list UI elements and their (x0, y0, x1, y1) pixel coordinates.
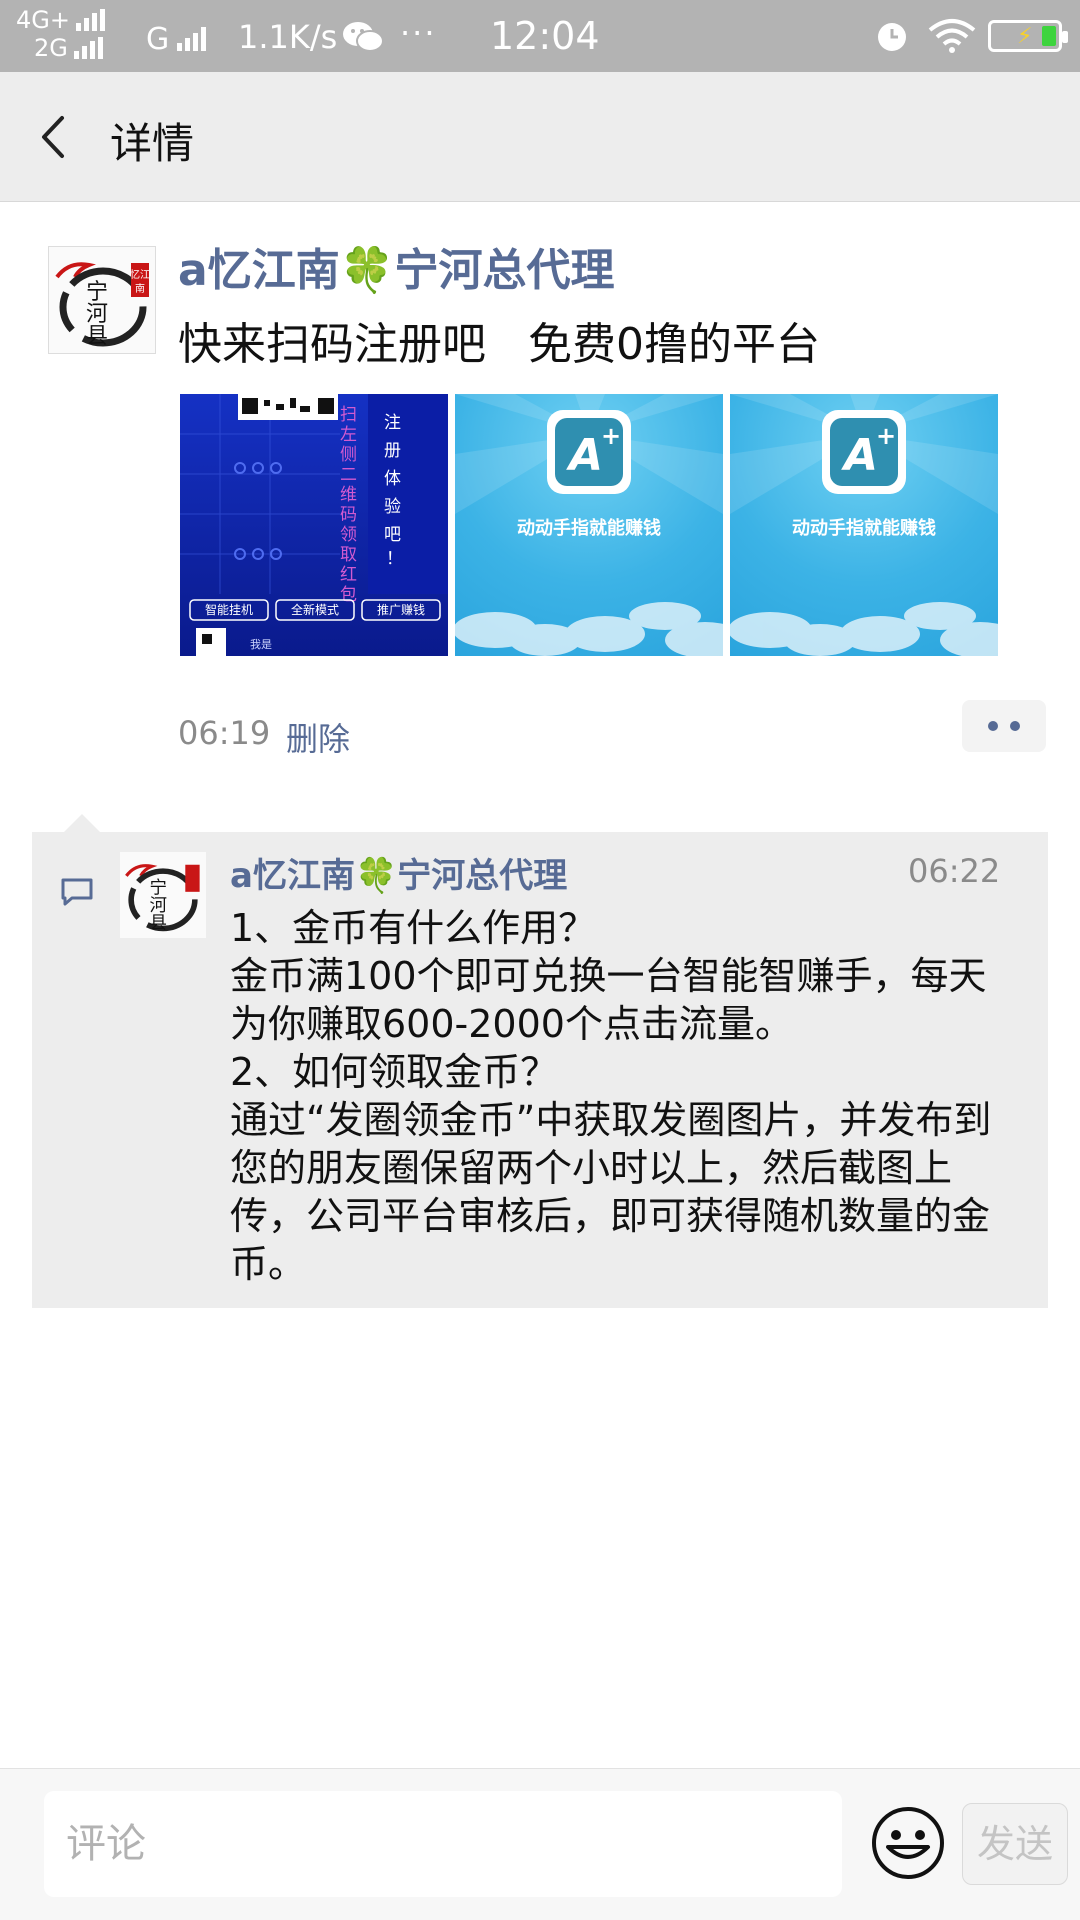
avatar-seal-text: 忆江 (130, 268, 150, 281)
post-image-3[interactable]: A + 动动手指就能赚钱 (730, 394, 998, 656)
comment-text[interactable]: 1、金币有什么作用？ 金币满100个即可兑换一台智能智赚手，每天为你赚取600-… (230, 904, 1020, 1288)
svg-text:A: A (566, 430, 603, 481)
comment-line: 1、金币有什么作用？ (230, 906, 597, 950)
post-time: 06:19 (178, 714, 271, 752)
svg-text:+: + (876, 422, 896, 450)
battery-icon: ⚡ (988, 20, 1068, 52)
comment-time: 06:22 (908, 852, 1001, 890)
comment-line: 金币满100个即可兑换一台智能智赚手，每天为你赚取600-2000个点击流量。 (230, 954, 987, 1046)
dot-icon (1010, 721, 1020, 731)
network-g-indicator: G (146, 22, 207, 57)
image3-caption: 动动手指就能赚钱 (792, 517, 936, 539)
signal-icon (177, 26, 207, 51)
network-speed: 1.1K/s (238, 18, 338, 56)
svg-text:我是: 我是 (250, 638, 272, 651)
dot-icon (988, 721, 998, 731)
svg-text:+: + (601, 422, 621, 450)
clock: 12:04 (490, 14, 600, 58)
alarm-icon (878, 23, 906, 51)
network-4g-label: 4G+ (16, 6, 70, 34)
svg-text:A: A (841, 430, 878, 481)
network-indicator: 4G+ 2G (16, 6, 105, 62)
comment-avatar[interactable]: 宁 河 县 (120, 852, 206, 938)
svg-text:全新模式: 全新模式 (291, 602, 339, 617)
comment-line: 通过“发圈领金币”中获取发圈图片，并发布到您的朋友圈保留两个小时以上，然后截图上… (230, 1098, 992, 1286)
page-title: 详情 (110, 119, 195, 168)
image1-side-text: 扫左侧二维码领取红包 (340, 405, 357, 605)
svg-text:县: 县 (86, 324, 108, 349)
comment-line: 2、如何领取金币？ (230, 1050, 559, 1094)
charging-icon: ⚡ (1017, 24, 1033, 49)
post-author-name[interactable]: a忆江南🍀宁河总代理 (178, 234, 614, 298)
back-icon[interactable] (32, 112, 82, 162)
post-image-1[interactable]: 扫左侧二维码领取红包 注册体验吧！ 智能挂机 全新模式 推广赚钱 我是 (180, 394, 448, 656)
svg-text:县: 县 (149, 913, 167, 933)
nav-bar: 详情 (0, 72, 1080, 202)
emoji-icon[interactable] (870, 1805, 946, 1881)
network-2g-label: 2G (34, 34, 68, 62)
status-bar: 4G+ 2G G 1.1K/s ··· 12:04 ⚡ (0, 0, 1080, 72)
send-button[interactable]: 发送 (962, 1803, 1068, 1885)
signal-icon (75, 9, 105, 31)
post-text: 快来扫码注册吧 免费0撸的平台 (178, 319, 820, 370)
comment-box-arrow (64, 814, 100, 832)
comment-input[interactable]: 评论 (44, 1791, 842, 1897)
more-button[interactable] (962, 700, 1046, 752)
wifi-icon (928, 19, 976, 53)
more-notifications: ··· (400, 14, 437, 52)
svg-text:智能挂机: 智能挂机 (205, 602, 253, 617)
wechat-icon (343, 22, 384, 52)
comment-input-bar: 评论 发送 (0, 1768, 1080, 1920)
post-image-2[interactable]: A + 动动手指就能赚钱 (455, 394, 723, 656)
signal-icon (73, 37, 103, 59)
delete-link[interactable]: 删除 (286, 714, 350, 760)
svg-text:推广赚钱: 推广赚钱 (377, 602, 425, 617)
svg-text:南: 南 (135, 282, 145, 295)
network-g-label: G (146, 22, 170, 57)
post-avatar[interactable]: 忆江 南 宁 河 县 (48, 246, 156, 354)
image2-caption: 动动手指就能赚钱 (517, 517, 661, 539)
comment-author-name[interactable]: a忆江南🍀宁河总代理 (230, 848, 567, 897)
comment-icon (61, 878, 93, 906)
